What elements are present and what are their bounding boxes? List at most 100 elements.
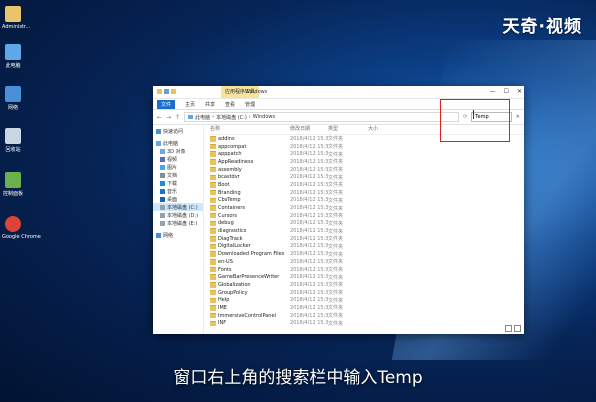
file-date: 2018/4/12 15:3 xyxy=(290,220,329,227)
file-name: Help xyxy=(218,297,230,304)
nav-item-icon xyxy=(160,188,165,194)
file-row[interactable]: assembly 2018/4/12 15:3 文件夹 xyxy=(210,166,524,174)
file-row[interactable]: Help 2018/4/12 15:3 文件夹 xyxy=(210,296,524,304)
file-row[interactable]: diagnostics 2018/4/12 15:3 文件夹 xyxy=(210,227,524,235)
desktop-icon-label: 网络 xyxy=(7,105,18,111)
desktop-icon[interactable]: 回收站 xyxy=(2,128,24,153)
file-type: 文件夹 xyxy=(328,251,344,258)
breadcrumb-c-drive[interactable]: 本地磁盘 (C:) xyxy=(216,114,247,121)
close-button[interactable]: ✕ xyxy=(517,88,522,95)
address-bar[interactable]: 此电脑 › 本地磁盘 (C:) › Windows xyxy=(184,112,460,122)
column-header-type[interactable]: 类型 xyxy=(328,125,368,132)
nav-item[interactable]: 此电脑 xyxy=(153,139,203,147)
tab-view[interactable]: 查看 xyxy=(225,101,235,108)
tab-share[interactable]: 共享 xyxy=(205,101,215,108)
file-row[interactable]: ImmersiveControlPanel 2018/4/12 15:3 文件夹 xyxy=(210,312,524,320)
file-type: 文件夹 xyxy=(328,174,344,181)
new-folder-icon[interactable] xyxy=(171,89,176,94)
folder-icon xyxy=(210,220,216,227)
search-clear-icon[interactable]: ✕ xyxy=(516,114,520,120)
file-row[interactable]: appcompat 2018/4/12 15:3 文件夹 xyxy=(210,143,524,151)
file-row[interactable]: DigitalLocker 2018/4/12 15:3 文件夹 xyxy=(210,243,524,251)
desktop-icon-label: 回收站 xyxy=(5,147,21,153)
file-row[interactable]: GameBarPresenceWriter 2018/4/12 15:3 文件夹 xyxy=(210,273,524,281)
nav-item-icon xyxy=(156,128,161,134)
folder-icon xyxy=(210,243,216,250)
file-name: GroupPolicy xyxy=(218,289,248,296)
file-row[interactable]: debug 2018/4/12 15:3 文件夹 xyxy=(210,220,524,228)
file-type: 文件夹 xyxy=(328,313,344,320)
nav-item-label: 本地磁盘 (C:) xyxy=(167,204,198,211)
file-row[interactable]: DiagTrack 2018/4/12 15:3 文件夹 xyxy=(210,235,524,243)
file-row[interactable]: Boot 2018/4/12 15:3 文件夹 xyxy=(210,181,524,189)
nav-item[interactable]: 网络 xyxy=(153,231,203,239)
network-icon xyxy=(5,86,21,102)
details-view-icon[interactable] xyxy=(505,325,512,332)
nav-item[interactable]: 桌面 xyxy=(153,195,203,203)
folder-icon xyxy=(210,259,216,265)
nav-item[interactable]: 音乐 xyxy=(153,187,203,195)
back-arrow-icon[interactable]: ← xyxy=(157,114,162,121)
properties-icon[interactable] xyxy=(164,89,169,94)
file-row[interactable]: Containers 2018/4/12 15:3 文件夹 xyxy=(210,204,524,212)
file-row[interactable]: Downloaded Program Files 2018/4/12 15:3 文件… xyxy=(210,250,524,258)
file-name: Containers xyxy=(218,205,246,212)
file-date: 2018/4/12 15:3 xyxy=(290,228,329,235)
file-type: 文件夹 xyxy=(328,290,344,297)
file-name-cell: appcompat xyxy=(210,144,290,150)
nav-item[interactable]: 快速访问 xyxy=(153,127,203,135)
desktop-icon[interactable]: 此电脑 xyxy=(2,44,24,69)
maximize-button[interactable]: ☐ xyxy=(504,88,509,95)
subtitle-caption: 窗口右上角的搜索栏中输入Temp xyxy=(173,368,423,388)
column-header-name[interactable]: 名称 xyxy=(210,125,290,132)
breadcrumb-windows[interactable]: Windows xyxy=(253,114,275,120)
file-name: GameBarPresenceWriter xyxy=(218,274,280,281)
file-row[interactable]: apppatch 2018/4/12 15:3 文件夹 xyxy=(210,150,524,158)
minimize-button[interactable]: — xyxy=(490,88,496,95)
tab-file[interactable]: 文件 xyxy=(157,99,176,109)
file-row[interactable]: INF 2018/4/12 15:3 文件夹 xyxy=(210,320,524,328)
nav-item[interactable]: 本地磁盘 (D:) xyxy=(153,211,203,219)
file-date: 2018/4/12 15:3 xyxy=(290,274,329,281)
file-row[interactable]: AppReadiness 2018/4/12 15:3 文件夹 xyxy=(210,158,524,166)
file-row[interactable]: Branding 2018/4/12 15:3 文件夹 xyxy=(210,189,524,197)
nav-item-icon xyxy=(160,164,165,170)
tab-manage[interactable]: 管理 xyxy=(245,101,255,108)
tab-home[interactable]: 主页 xyxy=(185,101,195,108)
file-type: 文件夹 xyxy=(328,320,344,327)
folder-icon xyxy=(210,182,216,188)
desktop-icon[interactable]: 控制面板 xyxy=(2,172,24,197)
large-icons-view-icon[interactable] xyxy=(514,325,521,332)
up-arrow-icon[interactable]: ↑ xyxy=(175,114,180,121)
file-row[interactable]: IME 2018/4/12 15:3 文件夹 xyxy=(210,304,524,312)
file-name-cell: GroupPolicy xyxy=(210,290,290,296)
nav-item[interactable]: 文档 xyxy=(153,171,203,179)
desktop-icon[interactable]: Administr... xyxy=(2,6,30,30)
folder-icon xyxy=(210,297,216,304)
desktop-icon[interactable]: Google Chrome xyxy=(2,216,41,240)
breadcrumb-this-pc[interactable]: 此电脑 xyxy=(195,114,210,121)
nav-item[interactable]: 下载 xyxy=(153,179,203,187)
file-row[interactable]: bcastdvr 2018/4/12 15:3 文件夹 xyxy=(210,173,524,181)
forward-arrow-icon[interactable]: → xyxy=(166,114,171,121)
nav-item[interactable]: 视频 xyxy=(153,155,203,163)
file-date: 2018/4/12 15:3 xyxy=(290,304,329,311)
file-row[interactable]: CbsTemp 2018/4/12 15:3 文件夹 xyxy=(210,197,524,205)
nav-item[interactable]: 图片 xyxy=(153,163,203,171)
folder-icon xyxy=(210,189,216,196)
nav-item[interactable]: 本地磁盘 (E:) xyxy=(153,219,203,227)
nav-item[interactable]: 3D 对象 xyxy=(153,147,203,155)
file-row[interactable]: Globalization 2018/4/12 15:3 文件夹 xyxy=(210,281,524,289)
file-name: assembly xyxy=(218,166,242,173)
chrome-icon xyxy=(5,216,21,232)
nav-item[interactable]: 本地磁盘 (C:) xyxy=(153,203,203,211)
file-date: 2018/4/12 15:3 xyxy=(290,243,329,250)
file-row[interactable]: GroupPolicy 2018/4/12 15:3 文件夹 xyxy=(210,289,524,297)
file-row[interactable]: Cursors 2018/4/12 15:3 文件夹 xyxy=(210,212,524,220)
column-header-size[interactable]: 大小 xyxy=(368,125,408,132)
nav-item-label: 网络 xyxy=(163,232,174,239)
file-row[interactable]: en-US 2018/4/12 15:3 文件夹 xyxy=(210,258,524,266)
column-header-date[interactable]: 修改日期 xyxy=(290,125,328,132)
file-row[interactable]: Fonts 2018/4/12 15:3 文件夹 xyxy=(210,266,524,274)
desktop-icon[interactable]: 网络 xyxy=(2,86,24,111)
